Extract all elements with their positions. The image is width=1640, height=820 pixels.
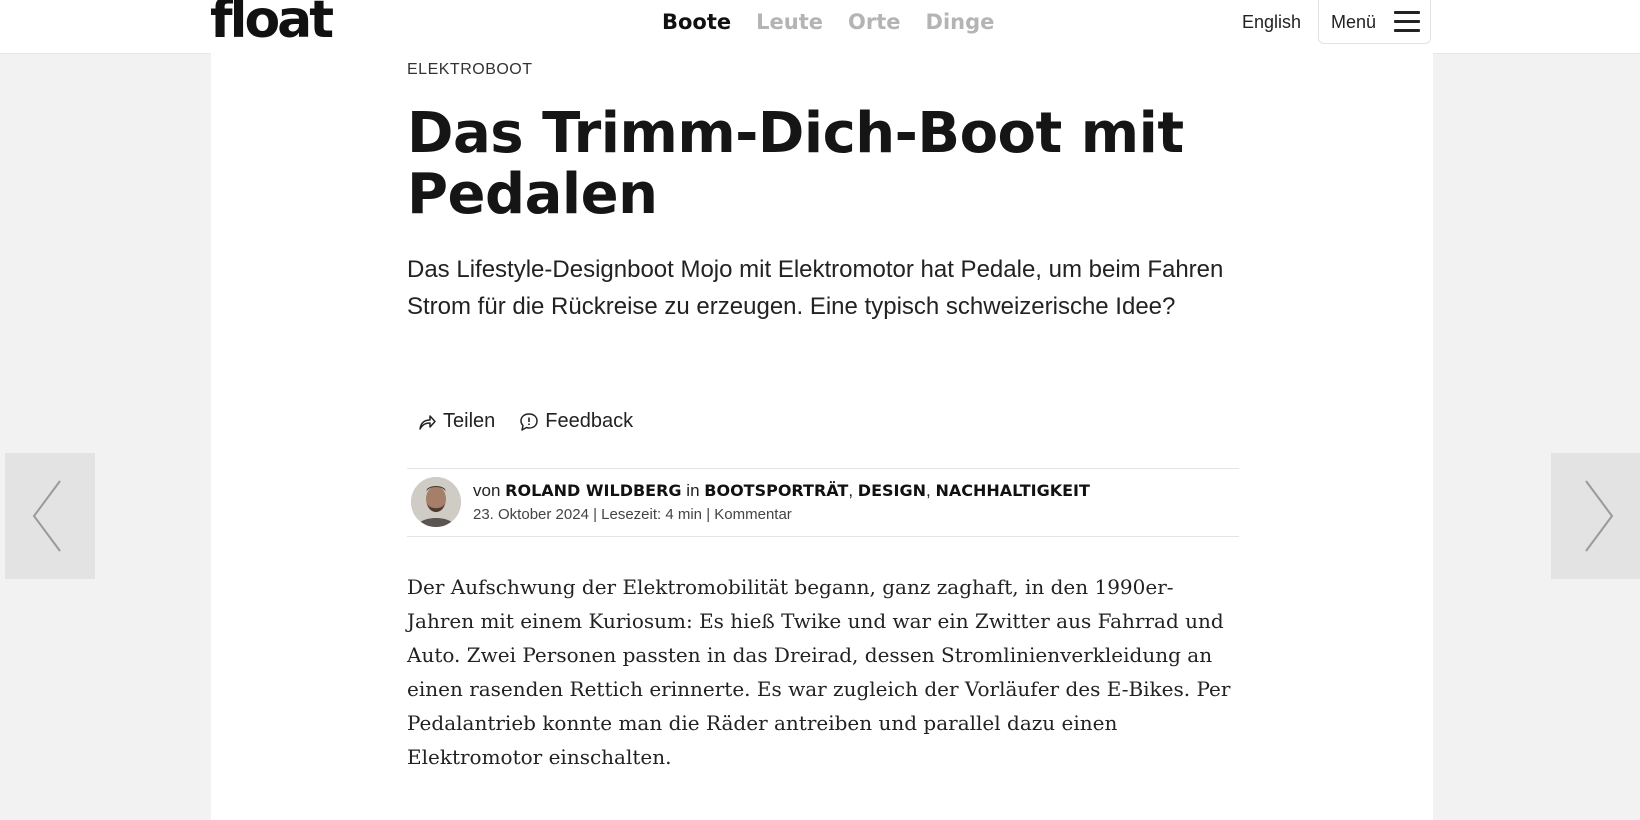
share-arrow-icon [419, 414, 436, 430]
category-link-bootsportraet[interactable]: BOOTSPORTRÄT [704, 481, 848, 500]
article-lead: Das Lifestyle-Designboot Mojo mit Elektr… [407, 256, 1224, 320]
chevron-left-icon [32, 480, 61, 552]
category-separator: , [848, 481, 854, 500]
article-body-paragraph: Der Aufschwung der Elektromobilität bega… [407, 575, 1231, 769]
nav-item-leute[interactable]: Leute [756, 10, 823, 34]
byline-von: von [473, 481, 501, 500]
category-link-design[interactable]: DESIGN [858, 481, 926, 500]
feedback-button[interactable]: Feedback [519, 410, 633, 433]
byline-authors: von ROLAND WILDBERG in BOOTSPORTRÄT, DES… [473, 481, 1090, 501]
feedback-label: Feedback [545, 410, 634, 432]
chevron-right-icon [1585, 480, 1614, 552]
hamburger-icon [1394, 11, 1420, 33]
speech-bubble-icon [520, 412, 539, 431]
author-portrait [411, 477, 461, 527]
menu-label: Menü [1331, 12, 1377, 32]
author-avatar[interactable] [411, 477, 461, 527]
article-meta: 23. Oktober 2024 | Lesezeit: 4 min | Kom… [473, 506, 792, 523]
article-title: Das Trimm-Dich-Boot mit Pedalen [407, 101, 1184, 227]
share-label: Teilen [443, 410, 496, 432]
article-byline: von ROLAND WILDBERG in BOOTSPORTRÄT, DES… [407, 468, 1239, 537]
language-switch[interactable]: English [1242, 12, 1301, 33]
category-separator: , [926, 481, 931, 500]
nav-item-boote[interactable]: Boote [662, 10, 731, 34]
article-container: ELEKTROBOOT Das Trimm-Dich-Boot mit Peda… [211, 53, 1433, 820]
category-link-nachhaltigkeit[interactable]: NACHHALTIGKEIT [935, 481, 1089, 500]
next-article-button[interactable] [1551, 453, 1640, 579]
site-header: float Boote Leute Orte Dinge English Men… [0, 0, 1640, 54]
site-logo[interactable]: float [210, 0, 334, 50]
main-nav: Boote Leute Orte Dinge [662, 10, 994, 34]
nav-item-dinge[interactable]: Dinge [926, 10, 995, 34]
author-link[interactable]: ROLAND WILDBERG [505, 481, 681, 500]
share-button[interactable]: Teilen [417, 410, 495, 433]
menu-button[interactable]: Menü [1318, 0, 1431, 44]
byline-in: in [686, 481, 700, 500]
article-actions: Teilen Feedback [417, 410, 633, 433]
article-kicker[interactable]: ELEKTROBOOT [407, 61, 533, 79]
nav-item-orte[interactable]: Orte [848, 10, 901, 34]
prev-article-button[interactable] [5, 453, 95, 579]
